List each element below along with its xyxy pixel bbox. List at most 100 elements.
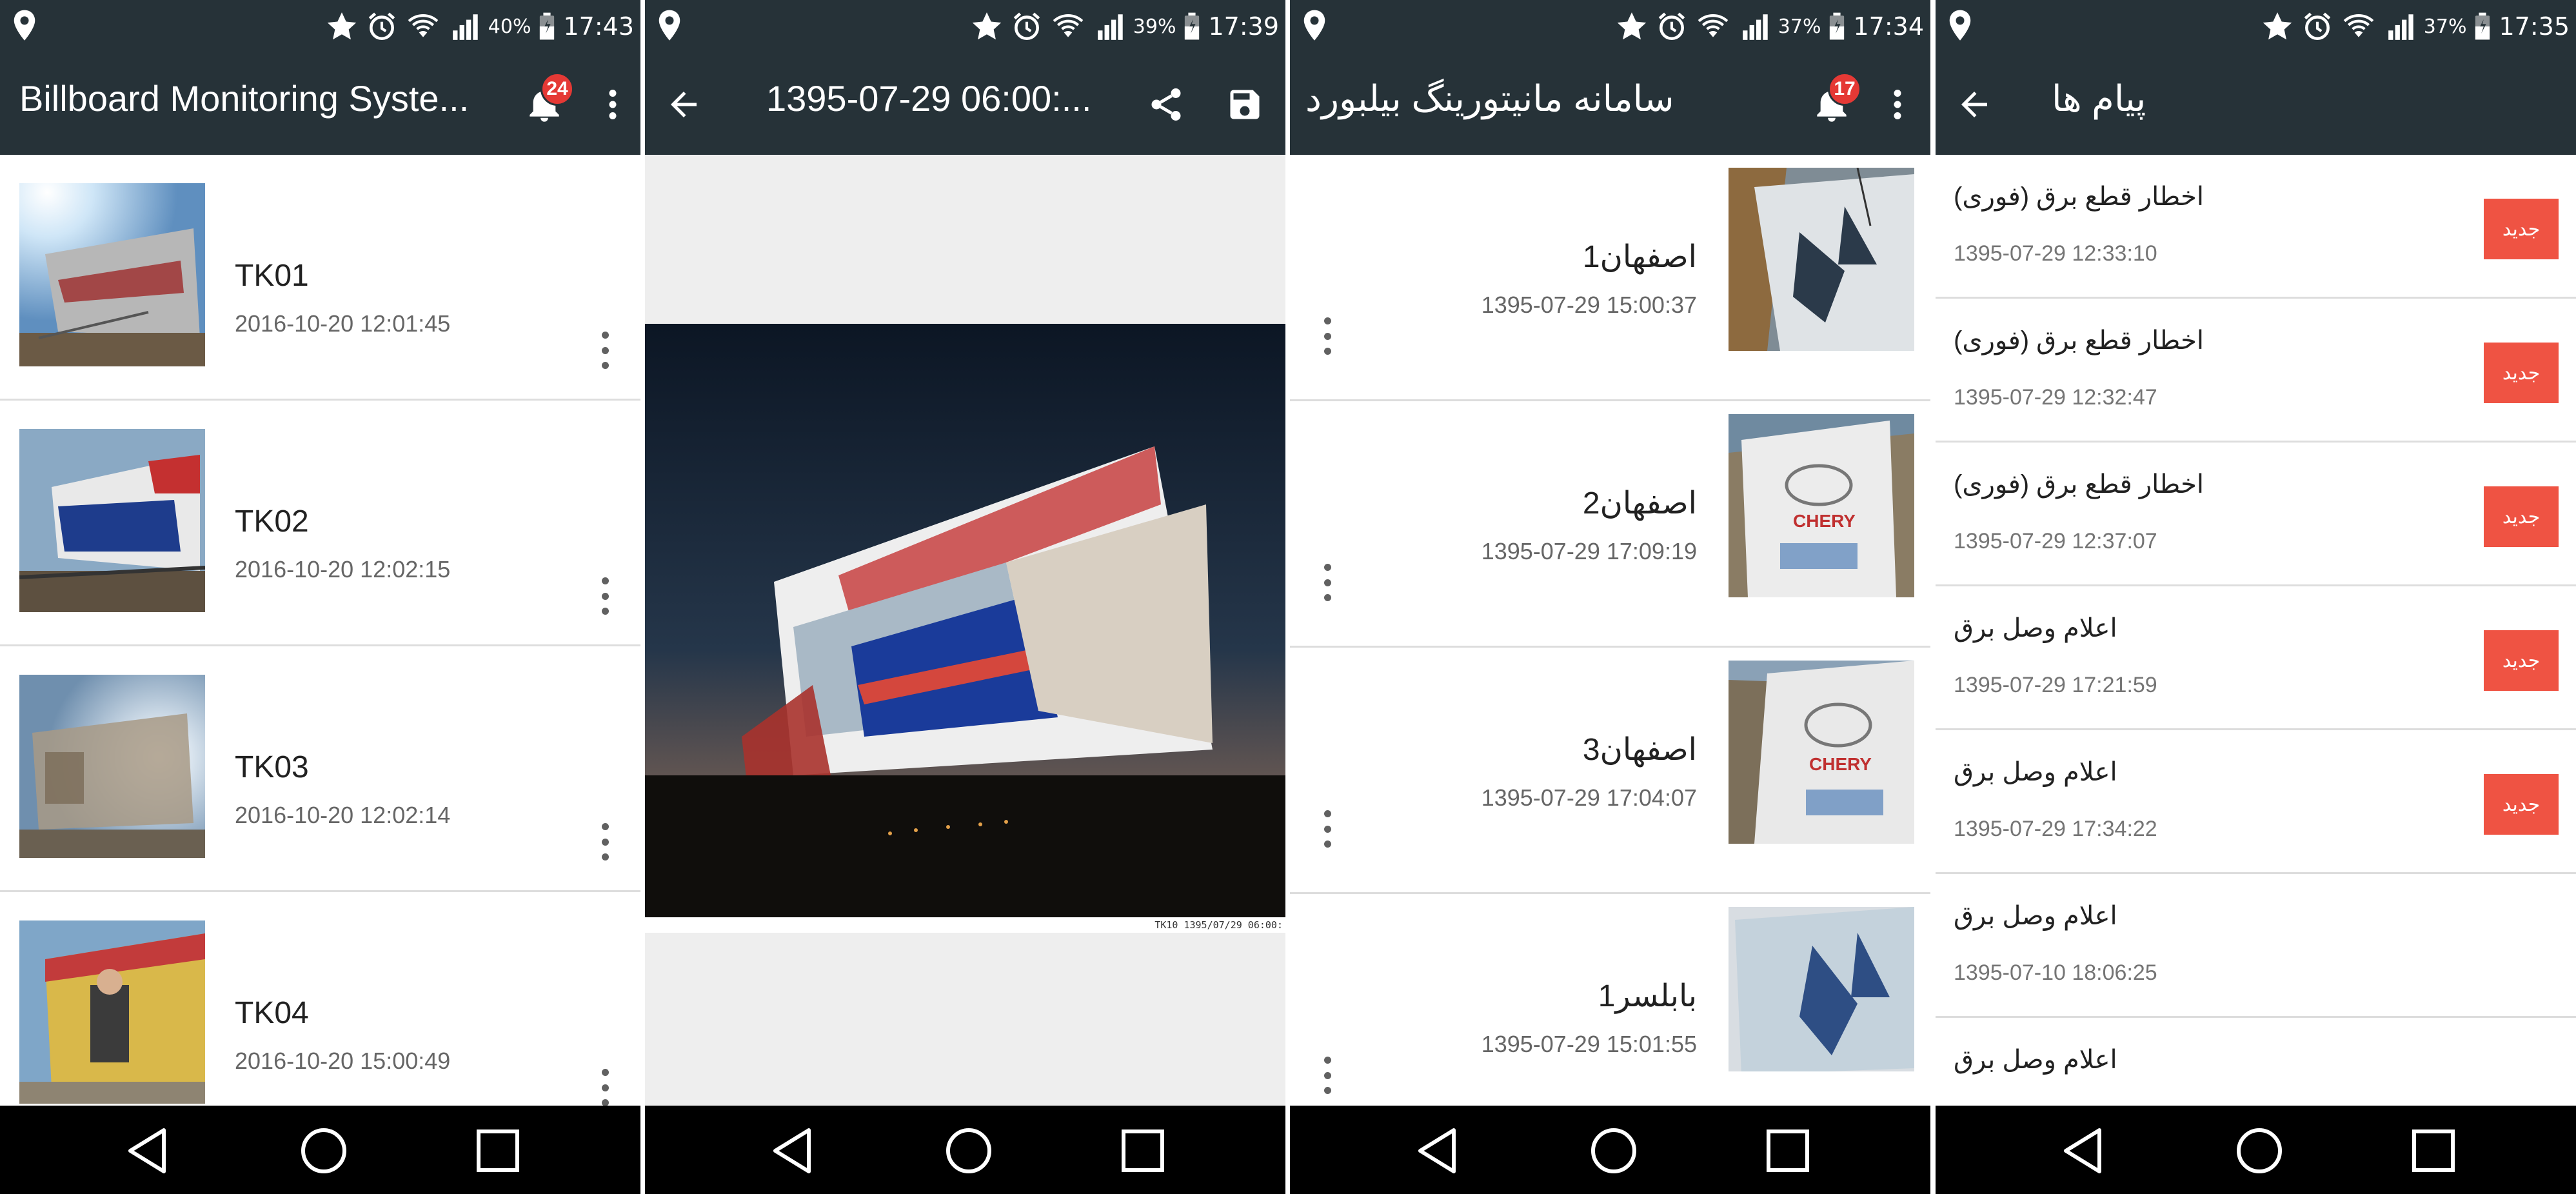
billboard-name: بابلسر1 xyxy=(1598,979,1697,1013)
message-item[interactable]: اعلام وصل برق 1395-07-10 18:06:25 xyxy=(1936,874,2576,1018)
message-text: اخطار قطع برق (فوری) xyxy=(1954,183,2204,211)
item-more-button[interactable] xyxy=(1314,806,1340,851)
more-vert-icon xyxy=(593,85,632,124)
arrow-back-icon xyxy=(664,85,703,124)
location-icon xyxy=(657,9,682,43)
screen-gap xyxy=(640,0,645,1194)
billboard-name: TK04 xyxy=(235,996,309,1030)
item-more-button[interactable] xyxy=(1314,313,1340,359)
item-more-button[interactable] xyxy=(592,1065,618,1110)
item-more-button[interactable] xyxy=(1314,560,1340,605)
item-more-button[interactable] xyxy=(592,573,618,619)
location-icon xyxy=(12,9,37,43)
notifications-button[interactable]: 17 xyxy=(1807,72,1861,129)
list-item[interactable]: بابلسر1 1395-07-29 15:01:55 xyxy=(1290,894,1930,1140)
message-item[interactable]: اعلام وصل برق 1395-07-29 17:21:59 جدید xyxy=(1936,586,2576,730)
nav-recents-icon[interactable] xyxy=(472,1125,524,1177)
message-item[interactable]: اخطار قطع برق (فوری) 1395-07-29 12:32:47… xyxy=(1936,299,2576,443)
battery-icon xyxy=(1184,11,1200,42)
notification-badge: 24 xyxy=(540,72,574,106)
list-item[interactable]: CHERY اصفهان3 1395-07-29 17:04:07 xyxy=(1290,648,1930,894)
nav-recents-icon[interactable] xyxy=(1117,1125,1169,1177)
nav-home-icon[interactable] xyxy=(1588,1125,1640,1177)
billboard-list: TK01 2016-10-20 12:01:45 TK02 2016-10-20… xyxy=(0,155,640,1138)
message-timestamp: 1395-07-29 17:21:59 xyxy=(1954,673,2157,697)
new-badge-button[interactable]: جدید xyxy=(2484,630,2559,691)
svg-text:CHERY: CHERY xyxy=(1793,511,1856,531)
image-timestamp-strip: TK10 1395/07/29 06:00: xyxy=(645,917,1285,933)
billboard-thumbnail: CHERY xyxy=(1729,661,1914,844)
share-icon xyxy=(1147,85,1185,124)
battery-icon xyxy=(2474,11,2491,42)
star-icon xyxy=(1616,10,1648,43)
nav-home-icon[interactable] xyxy=(298,1125,350,1177)
list-item[interactable]: TK03 2016-10-20 12:02:14 xyxy=(0,646,640,892)
message-item[interactable]: اخطار قطع برق (فوری) 1395-07-29 12:37:07… xyxy=(1936,443,2576,586)
message-text: اعلام وصل برق xyxy=(1954,1046,2117,1074)
billboard-thumbnail xyxy=(19,429,205,612)
nav-back-icon[interactable] xyxy=(2058,1125,2110,1177)
item-more-button[interactable] xyxy=(592,328,618,373)
nav-back-icon[interactable] xyxy=(768,1125,819,1177)
back-button[interactable] xyxy=(659,80,708,129)
message-item[interactable]: اعلام وصل برق 1395-07-29 17:34:22 جدید xyxy=(1936,730,2576,874)
message-timestamp: 1395-07-29 17:34:22 xyxy=(1954,817,2157,841)
message-text: اعلام وصل برق xyxy=(1954,614,2117,642)
navigation-bar xyxy=(1936,1106,2576,1194)
new-badge-button[interactable]: جدید xyxy=(2484,199,2559,259)
item-more-button[interactable] xyxy=(592,819,618,864)
app-bar: Billboard Monitoring Syste... 24 xyxy=(0,53,640,155)
nav-back-icon[interactable] xyxy=(1412,1125,1464,1177)
message-timestamp: 1395-07-29 12:32:47 xyxy=(1954,385,2157,410)
list-item[interactable]: اصفهان1 1395-07-29 15:00:37 xyxy=(1290,155,1930,401)
location-icon xyxy=(1302,9,1327,43)
signal-icon xyxy=(2384,10,2420,43)
item-more-button[interactable] xyxy=(1314,1053,1340,1098)
message-item[interactable]: اخطار قطع برق (فوری) 1395-07-29 12:33:10… xyxy=(1936,155,2576,299)
billboard-timestamp: 1395-07-29 15:00:37 xyxy=(1481,292,1697,318)
battery-icon xyxy=(1828,11,1845,42)
new-badge-button[interactable]: جدید xyxy=(2484,343,2559,403)
signal-icon xyxy=(448,10,484,43)
svg-text:CHERY: CHERY xyxy=(1809,754,1872,774)
status-bar: 40% 17:43 xyxy=(0,0,640,53)
nav-back-icon[interactable] xyxy=(123,1125,174,1177)
list-item[interactable]: TK01 2016-10-20 12:01:45 xyxy=(0,155,640,401)
star-icon xyxy=(971,10,1003,43)
billboard-thumbnail xyxy=(19,920,205,1104)
message-text: اخطار قطع برق (فوری) xyxy=(1954,470,2204,499)
location-icon xyxy=(1947,9,1973,43)
billboard-name: اصفهان2 xyxy=(1582,486,1697,521)
nav-home-icon[interactable] xyxy=(943,1125,995,1177)
overflow-menu-button[interactable] xyxy=(1873,80,1922,129)
billboard-name: اصفهان1 xyxy=(1582,240,1697,274)
more-vert-icon xyxy=(1878,85,1917,124)
message-timestamp: 1395-07-29 12:33:10 xyxy=(1954,241,2157,266)
notifications-button[interactable]: 24 xyxy=(520,72,574,129)
new-badge-button[interactable]: جدید xyxy=(2484,774,2559,835)
save-button[interactable] xyxy=(1220,80,1269,129)
nav-home-icon[interactable] xyxy=(2234,1125,2285,1177)
back-button[interactable] xyxy=(1950,80,1999,129)
screen-messages: 37% 17:35 پیام ها اخطار قطع برق (فوری) 1… xyxy=(1936,0,2576,1194)
list-item[interactable]: CHERY اصفهان2 1395-07-29 17:09:19 xyxy=(1290,401,1930,648)
billboard-photo[interactable] xyxy=(645,324,1285,917)
share-button[interactable] xyxy=(1142,80,1191,129)
list-item[interactable]: TK02 2016-10-20 12:02:15 xyxy=(0,401,640,646)
billboard-list: اصفهان1 1395-07-29 15:00:37 CHERY اصفهان… xyxy=(1290,155,1930,1140)
alarm-icon xyxy=(366,10,398,43)
list-item[interactable]: TK04 2016-10-20 15:00:49 xyxy=(0,892,640,1138)
star-icon xyxy=(2261,10,2294,43)
new-badge-button[interactable]: جدید xyxy=(2484,486,2559,547)
screen-billboard-list-en: 40% 17:43 Billboard Monitoring Syste... … xyxy=(0,0,640,1194)
billboard-name: اصفهان3 xyxy=(1582,733,1697,767)
app-bar: سامانه مانیتورینگ بیلبورد 17 xyxy=(1290,53,1930,155)
wifi-icon xyxy=(1051,10,1085,43)
nav-recents-icon[interactable] xyxy=(2408,1125,2459,1177)
message-timestamp: 1395-07-10 18:06:25 xyxy=(1954,960,2157,985)
nav-recents-icon[interactable] xyxy=(1762,1125,1814,1177)
arrow-back-icon xyxy=(1955,85,1994,124)
status-bar: 37% 17:34 xyxy=(1290,0,1930,53)
overflow-menu-button[interactable] xyxy=(588,80,637,129)
message-text: اعلام وصل برق xyxy=(1954,902,2117,930)
